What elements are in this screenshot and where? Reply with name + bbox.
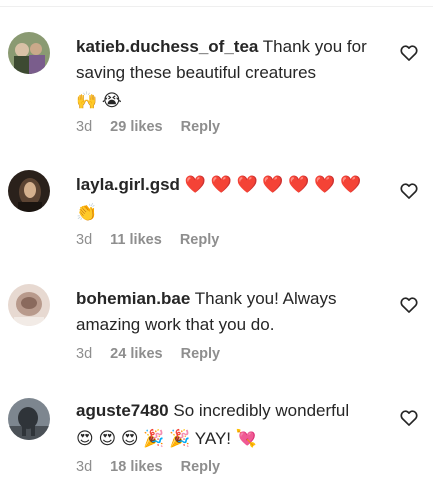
comment-emoji-line: 😍 😍 😍 🎉 🎉 YAY! 💘 (76, 429, 257, 448)
comment-meta: 3d 24 likes Reply (76, 346, 234, 362)
like-heart-icon[interactable] (399, 43, 419, 63)
comment-likes[interactable]: 29 likes (110, 119, 162, 135)
reply-button[interactable]: Reply (181, 119, 221, 135)
comment-emoji-line: 🙌 😭 (76, 91, 122, 110)
comment-username[interactable]: layla.girl.gsd (76, 175, 180, 194)
comment-body: bohemian.bae Thank you! Always amazing w… (76, 286, 376, 338)
comment-username[interactable]: katieb.duchess_of_tea (76, 37, 258, 56)
comment-likes[interactable]: 18 likes (110, 459, 162, 475)
like-heart-icon[interactable] (399, 295, 419, 315)
comment-body: aguste7480 So incredibly wonderful 😍 😍 😍… (76, 398, 376, 450)
avatar[interactable] (8, 32, 50, 74)
reply-button[interactable]: Reply (181, 346, 221, 362)
comment-meta: 3d 29 likes Reply (76, 119, 234, 135)
reply-button[interactable]: Reply (181, 459, 221, 475)
comment-text: So incredibly wonderful (173, 401, 350, 420)
comment-meta: 3d 18 likes Reply (76, 459, 234, 475)
comment-emoji-line: 👏 (76, 203, 98, 222)
avatar[interactable] (8, 398, 50, 440)
top-divider (0, 6, 433, 7)
reply-button[interactable]: Reply (180, 232, 220, 248)
avatar[interactable] (8, 170, 50, 212)
comment-meta: 3d 11 likes Reply (76, 232, 233, 248)
comment-time: 3d (76, 232, 93, 248)
avatar[interactable] (8, 284, 50, 326)
comment-likes[interactable]: 11 likes (110, 232, 162, 248)
comment-time: 3d (76, 459, 93, 475)
comment-body: layla.girl.gsd ❤️ ❤️ ❤️ ❤️ ❤️ ❤️ ❤️ 👏 (76, 172, 376, 224)
comment-username[interactable]: bohemian.bae (76, 289, 190, 308)
comment-time: 3d (76, 119, 93, 135)
like-heart-icon[interactable] (399, 408, 419, 428)
comment-time: 3d (76, 346, 93, 362)
comment-likes[interactable]: 24 likes (110, 346, 162, 362)
comment-body: katieb.duchess_of_tea Thank you for savi… (76, 34, 376, 112)
comment-username[interactable]: aguste7480 (76, 401, 169, 420)
like-heart-icon[interactable] (399, 181, 419, 201)
comment-text: ❤️ ❤️ ❤️ ❤️ ❤️ ❤️ ❤️ (184, 175, 362, 194)
